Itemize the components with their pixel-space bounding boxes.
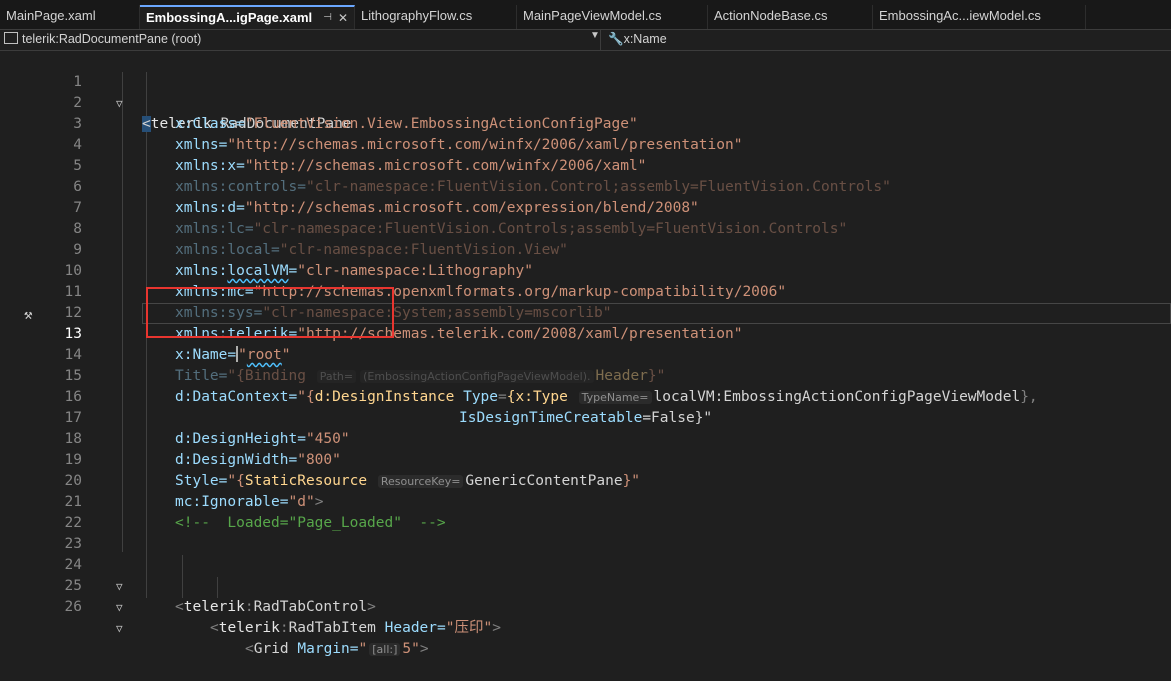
tab-label: MainPageViewModel.cs [523, 8, 662, 23]
collapse-icon[interactable]: ▽ [116, 597, 123, 618]
code-line: 8 xmlns:local="clr-namespace:FluentVisio… [0, 198, 1171, 258]
code-line: 11 xmlns:sys="clr-namespace:System;assem… [0, 261, 1171, 321]
member-dropdown[interactable]: 🔧x:Name [608, 32, 667, 47]
code-line: 6 xmlns:d="http://schemas.microsoft.com/… [0, 156, 1171, 216]
code-editor[interactable]: ⚒ 1 ▽ <telerik:RadDocumentPane 2 x:Class… [0, 51, 1171, 657]
code-line: 15 d:DataContext="{d:DesignInstance Type… [0, 345, 1171, 405]
code-line: 7 xmlns:lc="clr-namespace:FluentVision.C… [0, 177, 1171, 237]
code-line: 3 xmlns="http://schemas.microsoft.com/wi… [0, 93, 1171, 153]
tab-label: EmbossingA...igPage.xaml [146, 10, 313, 25]
collapse-icon[interactable]: ▽ [116, 618, 123, 639]
tab-embossing-viewmodel-cs[interactable]: EmbossingAc...iewModel.cs [873, 5, 1086, 29]
document-tab-bar: MainPage.xaml EmbossingA...igPage.xaml ⊣ ✕… [0, 0, 1171, 29]
navigation-bar: telerik:RadDocumentPane (root) ▼ 🔧x:Name [0, 29, 1171, 51]
code-line: 9 xmlns:localVM="clr-namespace:Lithograp… [0, 219, 1171, 279]
scope-label: telerik:RadDocumentPane (root) [22, 32, 202, 46]
tab-label: EmbossingAc...iewModel.cs [879, 8, 1041, 23]
code-text: <Grid Margin=" [all:] 5"> [245, 641, 429, 657]
code-line: 25 ▽ <telerik:RadTabItem Header="压印"> [0, 555, 1171, 636]
code-line: 5 xmlns:controls="clr-namespace:FluentVi… [0, 135, 1171, 195]
wrench-icon: 🔧 [608, 32, 624, 46]
scope-dropdown[interactable]: telerik:RadDocumentPane (root) [4, 32, 201, 46]
code-line: 22 [0, 492, 1171, 531]
tab-label: ActionNodeBase.cs [714, 8, 828, 23]
code-text: <telerik:RadTabControl> [175, 599, 376, 615]
pin-icon[interactable]: ⊣ [323, 7, 332, 29]
divider [600, 30, 601, 50]
element-icon [4, 32, 18, 44]
tab-embossing-config-page-xaml[interactable]: EmbossingA...igPage.xaml ⊣ ✕ [140, 5, 355, 29]
tab-actionnodebase-cs[interactable]: ActionNodeBase.cs [708, 5, 873, 29]
code-text: <telerik:RadTabItem Header="压印"> [210, 620, 501, 636]
code-line: 17 d:DesignHeight="450" [0, 387, 1171, 447]
code-line: 21 <!-- Loaded="Page_Loaded" --> [0, 471, 1171, 531]
tab-lithographyflow-cs[interactable]: LithographyFlow.cs [355, 5, 517, 29]
close-icon[interactable]: ✕ [338, 7, 348, 29]
code-line: 1 ▽ <telerik:RadDocumentPane [0, 51, 1171, 132]
tab-mainpageviewmodel-cs[interactable]: MainPageViewModel.cs [517, 5, 708, 29]
code-line: 10 xmlns:mc="http://schemas.openxmlforma… [0, 240, 1171, 300]
code-line: 16 IsDesignTimeCreatable=False}" [0, 366, 1171, 426]
annotation-highlight-box [146, 287, 394, 338]
code-line: 18 d:DesignWidth="800" [0, 408, 1171, 468]
tab-mainpage-xaml[interactable]: MainPage.xaml [0, 5, 140, 29]
chevron-down-icon[interactable]: ▼ [590, 30, 600, 41]
code-line: 26 ▽ <Grid Margin=" [all:] 5"> [0, 576, 1171, 657]
code-line: 24 ▽ <telerik:RadTabControl> [0, 534, 1171, 615]
inlay-hint: [all:] [369, 643, 401, 656]
code-line: 23 [0, 513, 1171, 552]
line-number: 26 [64, 599, 82, 615]
code-line: 2 x:Class="FluentVision.View.EmbossingAc… [0, 72, 1171, 132]
code-line: 4 xmlns:x="http://schemas.microsoft.com/… [0, 114, 1171, 174]
tab-label: LithographyFlow.cs [361, 8, 473, 23]
code-line: 19 Style="{StaticResource ResourceKey= Ge… [0, 429, 1171, 489]
code-line: 20 mc:Ignorable="d"> [0, 450, 1171, 510]
member-label: x:Name [623, 32, 667, 46]
tab-label: MainPage.xaml [6, 8, 96, 23]
